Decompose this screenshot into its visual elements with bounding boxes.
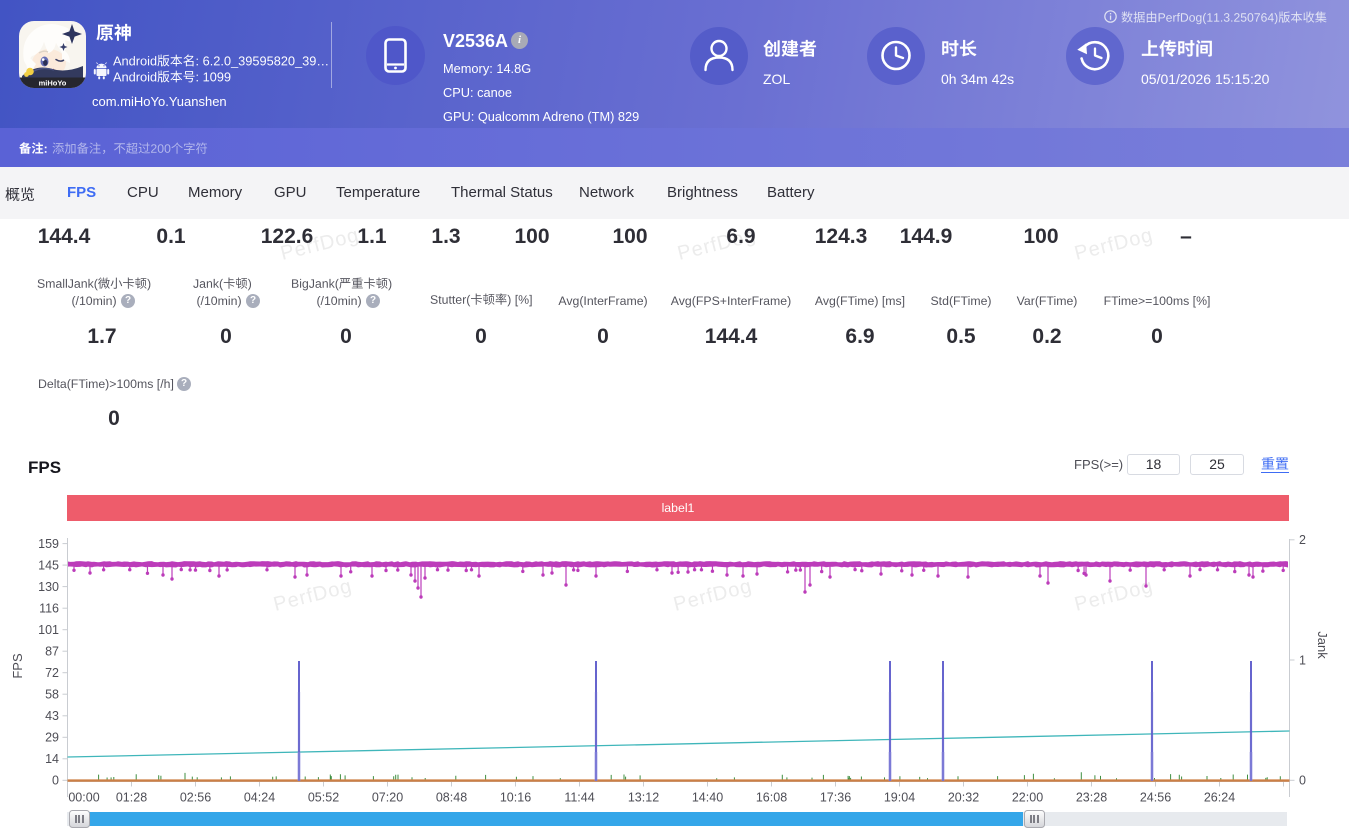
svg-text:14: 14 — [45, 752, 59, 766]
svg-text:130: 130 — [38, 580, 59, 594]
svg-text:145: 145 — [38, 558, 59, 572]
svg-text:11:44: 11:44 — [564, 791, 594, 805]
svg-text:01:28: 01:28 — [116, 791, 147, 805]
svg-text:2: 2 — [1299, 533, 1306, 547]
svg-text:159: 159 — [38, 537, 59, 551]
svg-text:1: 1 — [1299, 653, 1306, 667]
svg-text:14:40: 14:40 — [692, 791, 723, 805]
svg-text:26:24: 26:24 — [1204, 791, 1235, 805]
svg-text:05:52: 05:52 — [308, 791, 339, 805]
svg-text:43: 43 — [45, 709, 59, 723]
svg-text:02:56: 02:56 — [180, 791, 211, 805]
svg-text:22:00: 22:00 — [1012, 791, 1043, 805]
svg-text:58: 58 — [45, 688, 59, 702]
svg-text:FPS: FPS — [10, 653, 25, 679]
svg-text:29: 29 — [45, 731, 59, 745]
svg-text:17:36: 17:36 — [820, 791, 851, 805]
svg-text:116: 116 — [39, 602, 59, 616]
svg-text:24:56: 24:56 — [1140, 791, 1171, 805]
svg-text:Jank: Jank — [1315, 631, 1330, 659]
svg-text:0: 0 — [1299, 774, 1306, 788]
svg-text:23:28: 23:28 — [1076, 791, 1107, 805]
svg-text:08:48: 08:48 — [436, 791, 467, 805]
svg-text:13:12: 13:12 — [628, 791, 659, 805]
svg-text:0: 0 — [52, 774, 59, 788]
svg-text:19:04: 19:04 — [884, 791, 915, 805]
svg-text:10:16: 10:16 — [500, 791, 531, 805]
svg-text:07:20: 07:20 — [372, 791, 403, 805]
svg-text:00:00: 00:00 — [68, 791, 99, 805]
svg-text:20:32: 20:32 — [948, 791, 979, 805]
svg-text:87: 87 — [45, 645, 59, 659]
svg-text:72: 72 — [45, 666, 59, 680]
svg-text:16:08: 16:08 — [756, 791, 787, 805]
svg-text:04:24: 04:24 — [244, 791, 275, 805]
svg-text:101: 101 — [38, 623, 59, 637]
